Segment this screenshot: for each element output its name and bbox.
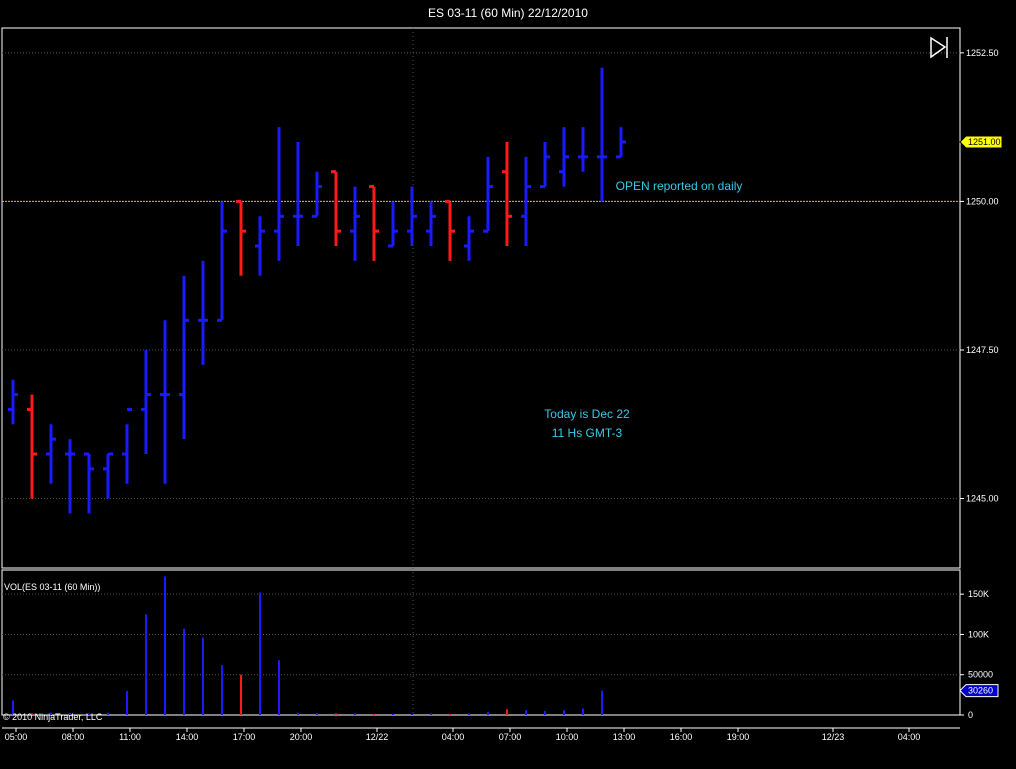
ohlc-bar <box>274 127 284 261</box>
ohlc-bar <box>350 186 360 261</box>
ohlc-bar <box>255 216 265 276</box>
x-tick-label: 17:00 <box>233 732 256 742</box>
ohlc-bar <box>597 67 607 202</box>
price-tick-label: 1250.00 <box>966 196 999 206</box>
ohlc-bar <box>407 186 417 246</box>
x-tick-label: 04:00 <box>898 732 921 742</box>
x-tick-label: 05:00 <box>5 732 28 742</box>
volume-tick-label: 100K <box>968 629 989 639</box>
scroll-to-end-icon[interactable] <box>930 36 948 59</box>
x-tick-label: 08:00 <box>62 732 85 742</box>
volume-tick-label: 0 <box>968 710 973 720</box>
x-tick-label: 12/22 <box>366 732 389 742</box>
ohlc-bar <box>426 201 436 246</box>
ohlc-bar <box>502 142 512 246</box>
volume-bars: VOL(ES 03-11 (60 Min)) © 2010 NinjaTrader… <box>3 576 603 722</box>
ohlc-bar <box>236 199 246 276</box>
x-tick-label: 11:00 <box>119 732 141 742</box>
price-tick-label: 1252.50 <box>966 48 999 58</box>
ohlc-bar <box>65 439 75 514</box>
ohlc-bar <box>8 379 18 425</box>
chart-canvas[interactable]: VOL(ES 03-11 (60 Min)) © 2010 NinjaTrader… <box>0 0 1016 769</box>
ohlc-bar <box>369 185 379 261</box>
ohlc-bar <box>179 275 189 440</box>
ohlc-bar <box>160 320 170 484</box>
ohlc-bar <box>122 407 132 484</box>
x-tick-label: 19:00 <box>727 732 750 742</box>
ohlc-bar <box>578 127 588 172</box>
ohlc-bar <box>464 216 474 261</box>
last-volume-label: 30260 <box>968 686 993 696</box>
ohlc-bar <box>312 171 322 218</box>
ohlc-bar <box>27 394 37 499</box>
annotations: OPEN reported on daily Today is Dec 22 11 … <box>544 179 742 440</box>
price-tick-label: 1245.00 <box>966 494 999 504</box>
last-price-marker: 1251.00 <box>959 135 1003 149</box>
ohlc-bar <box>103 452 113 499</box>
ohlc-bar <box>388 201 398 248</box>
ohlc-bar <box>540 142 550 189</box>
copyright: © 2010 NinjaTrader, LLC <box>3 712 103 722</box>
ohlc-bar <box>616 127 626 159</box>
x-tick-label: 16:00 <box>670 732 693 742</box>
ohlc-bar <box>46 424 56 484</box>
ohlc-bar <box>141 350 151 454</box>
scroll-arrow <box>930 36 947 59</box>
ohlc-bar <box>331 170 341 246</box>
ohlc-bar <box>217 201 227 322</box>
ohlc-bar <box>483 156 493 233</box>
price-tick-label: 1247.50 <box>966 345 999 355</box>
price-panel-border <box>1 27 961 569</box>
last-price-label: 1251.00 <box>968 137 1001 147</box>
volume-tick-label: 150K <box>968 589 989 599</box>
ohlc-bar <box>445 199 455 261</box>
axes: 1252.50 1250.00 1247.50 1245.00 1251.00 150K 1… <box>5 36 1003 742</box>
x-tick-label: 14:00 <box>176 732 199 742</box>
x-tick-label: 12/23 <box>822 732 845 742</box>
volume-label: VOL(ES 03-11 (60 Min)) <box>4 582 100 592</box>
today-annotation-line1: Today is Dec 22 <box>544 407 630 421</box>
x-tick-label: 04:00 <box>442 732 465 742</box>
ohlc-bar <box>293 142 303 246</box>
today-annotation-line2: 11 Hs GMT-3 <box>552 426 623 440</box>
x-tick-label: 10:00 <box>556 732 579 742</box>
ohlc-bar <box>198 260 208 365</box>
volume-tick-label: 50000 <box>968 670 993 680</box>
ohlc-bars <box>8 67 626 514</box>
last-volume-marker: 30260 <box>959 684 999 698</box>
x-tick-label: 13:00 <box>613 732 636 742</box>
open-annotation: OPEN reported on daily <box>616 179 743 193</box>
ohlc-bar <box>84 452 94 514</box>
x-tick-label: 20:00 <box>290 732 313 742</box>
ohlc-bar <box>559 127 569 187</box>
x-tick-label: 07:00 <box>499 732 522 742</box>
